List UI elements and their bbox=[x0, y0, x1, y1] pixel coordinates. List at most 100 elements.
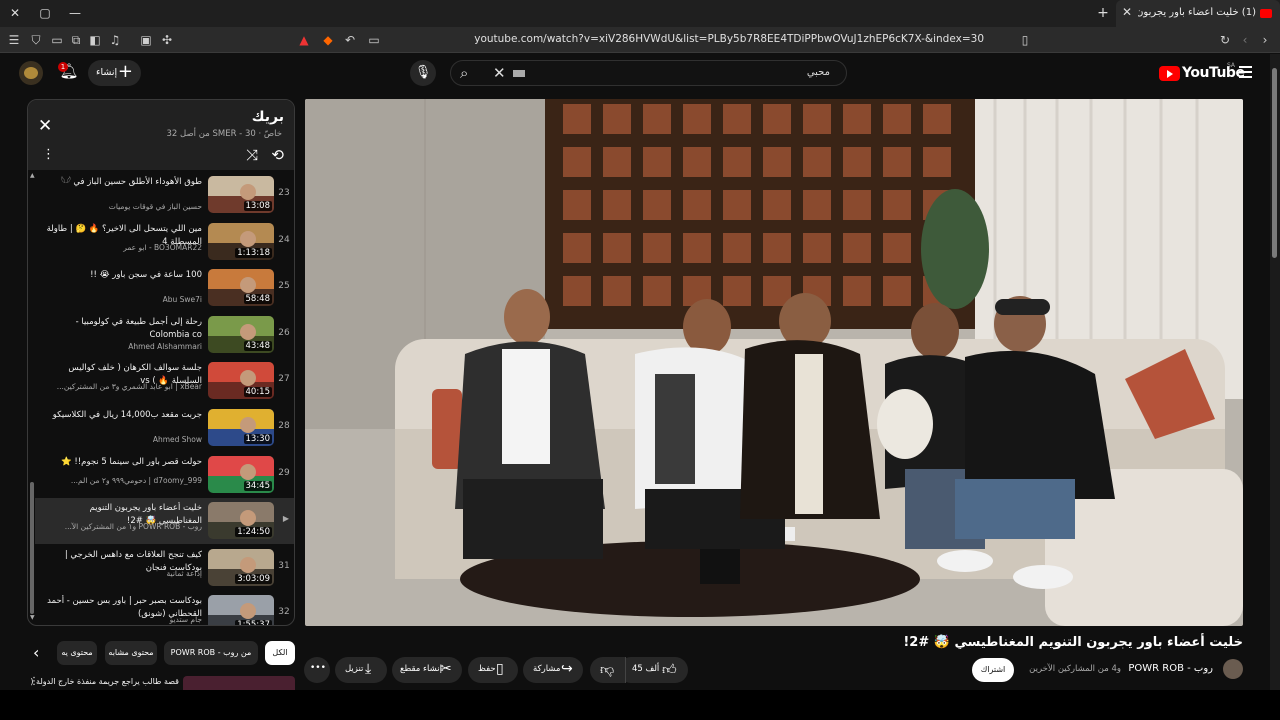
keyboard-icon[interactable] bbox=[513, 70, 525, 77]
playlist-item-channel[interactable]: d7oomy_999 | دحومي٩٩٩ و٢ من الم... bbox=[46, 476, 202, 485]
playlist-item[interactable]: 26 43:48 رحلة إلى أجمل طبيعة في كولومبيا -… bbox=[36, 312, 294, 358]
tabs-icon[interactable]: ⧉ bbox=[68, 32, 84, 48]
search-icon[interactable]: ⌕ bbox=[460, 64, 468, 82]
playlist-item[interactable]: 32 1:55:37 بودكاست بصبر حبر | باور بس حسين… bbox=[36, 591, 294, 625]
playlist-item-title[interactable]: رحلة إلى أجمل طبيعة في كولومبيا - Colomb… bbox=[46, 316, 202, 342]
playlist-item-channel[interactable]: Ahmed Show bbox=[46, 435, 202, 444]
chip-from-channel[interactable]: من روب - POWR ROB bbox=[164, 641, 258, 665]
dislike-button[interactable]: 👎︎ bbox=[590, 657, 626, 683]
subscribe-button[interactable]: اشتراك bbox=[972, 658, 1014, 682]
window-close-icon[interactable]: ✕ bbox=[6, 5, 24, 21]
clip-button[interactable]: ✂ إنشاء مقطع bbox=[392, 657, 462, 683]
video-player[interactable] bbox=[305, 99, 1243, 626]
video-thumbnail[interactable]: 13:08 bbox=[208, 176, 274, 213]
guide-menu-icon[interactable] bbox=[1239, 66, 1252, 78]
brave-shields-icon[interactable]: ◆ bbox=[320, 32, 336, 48]
wallet-icon[interactable]: ▭ bbox=[49, 32, 65, 48]
scrollbar-thumb[interactable] bbox=[30, 482, 34, 614]
screenshot-icon[interactable]: ▣ bbox=[138, 32, 154, 48]
like-button[interactable]: 👍︎ 45 ألف bbox=[618, 657, 688, 683]
collaborators-text[interactable]: و4 من المشاركين الآخرين bbox=[1029, 664, 1121, 674]
back-icon[interactable]: ‹ bbox=[1237, 32, 1253, 48]
chevron-left-icon[interactable]: ‹ bbox=[33, 643, 39, 662]
related-video-thumbnail[interactable] bbox=[183, 676, 295, 690]
clear-search-icon[interactable]: ✕ bbox=[493, 64, 506, 82]
window-maximize-icon[interactable]: ▢ bbox=[36, 5, 54, 21]
search-input[interactable]: محبي bbox=[807, 67, 830, 78]
video-duration: 34:45 bbox=[243, 480, 272, 491]
playlist-item-channel[interactable]: Ahmed Alshammari bbox=[46, 342, 202, 351]
undo-icon[interactable]: ↶ bbox=[342, 32, 358, 48]
playlist-item-title[interactable]: جربت مقعد ب14,000 ريال في الكلاسيكو bbox=[46, 409, 202, 422]
sidebar-menu-icon[interactable]: ☰ bbox=[6, 32, 22, 48]
video-thumbnail[interactable]: 40:15 bbox=[208, 362, 274, 400]
video-thumbnail[interactable]: 43:48 bbox=[208, 315, 274, 353]
create-button[interactable]: إنشاء + bbox=[88, 60, 141, 86]
playlist-item[interactable]: 31 3:03:09 كيف تنجح العلاقات مع داهس الخرج… bbox=[36, 545, 294, 591]
playlist-item-channel[interactable]: روب - POWR ROB و١ من المشتركين الآ... bbox=[46, 522, 202, 531]
window-minimize-icon[interactable]: — bbox=[66, 5, 84, 21]
scroll-up-icon[interactable]: ▲ bbox=[30, 172, 35, 179]
share-button[interactable]: ↪ مشاركة bbox=[523, 657, 583, 683]
bookmark-icon[interactable]: ▯ bbox=[1017, 32, 1033, 48]
playlist-item-current[interactable]: ▶ 1:24:50 خليت أعضاء باور يجربون التنويم ا… bbox=[35, 498, 294, 545]
search-box[interactable]: ⌕ ✕ محبي bbox=[450, 60, 847, 86]
page-scrollbar[interactable] bbox=[1270, 54, 1280, 690]
more-vert-icon[interactable]: ⋮ bbox=[42, 147, 55, 162]
video-thumbnail[interactable]: 13:30 bbox=[208, 409, 274, 446]
playlist-title[interactable]: بريك bbox=[252, 109, 284, 125]
page-scrollbar-thumb[interactable] bbox=[1272, 68, 1277, 258]
loop-icon[interactable]: ⟲ bbox=[271, 146, 284, 164]
playlist-index: 31 bbox=[278, 560, 290, 571]
extensions-icon[interactable]: ✣ bbox=[159, 32, 175, 48]
video-thumbnail[interactable]: 1:24:50 bbox=[208, 502, 274, 540]
related-video-row[interactable]: ⋮ قصة طالب يراجع جريمة منفذة خارج الدولة… bbox=[27, 676, 295, 690]
chip-all[interactable]: الكل bbox=[265, 641, 295, 665]
playlist-item[interactable]: 23 13:08 طوق الأهوداء الأطلق حسين الباز في… bbox=[36, 172, 294, 218]
playlist-item[interactable]: 28 13:30 جربت مقعد ب14,000 ريال في الكلاسي… bbox=[36, 405, 294, 451]
channel-avatar[interactable] bbox=[1223, 659, 1243, 679]
close-icon[interactable]: ✕ bbox=[38, 116, 52, 136]
save-button[interactable]: ▯ حفظ bbox=[468, 657, 518, 683]
playlist-item-channel[interactable]: حسين الباز في قوقات يوميات bbox=[46, 202, 202, 211]
playlist-item-title[interactable]: حولت قصر باور الى سينما 5 نجوم!! ⭐ bbox=[46, 456, 202, 469]
playlist-item-channel[interactable]: جام ستديو bbox=[46, 615, 202, 624]
scroll-down-icon[interactable]: ▼ bbox=[30, 614, 35, 621]
chip-more-content[interactable]: محتوى يه bbox=[57, 641, 97, 665]
playlist-item-channel[interactable]: xBear | ابو عابد الشمري و٣ من المشتركين.… bbox=[46, 382, 202, 391]
chip-similar[interactable]: محتوى مشابه bbox=[105, 641, 157, 665]
video-thumbnail[interactable]: 1:13:18 bbox=[208, 222, 274, 260]
url-field[interactable]: youtube.com/watch?v=xiV286HVWdU&list=PLB… bbox=[380, 33, 984, 45]
shield-icon[interactable]: ⛉ bbox=[28, 32, 44, 48]
video-thumbnail[interactable]: 34:45 bbox=[208, 455, 274, 493]
sidebar-icon[interactable]: ◧ bbox=[87, 32, 103, 48]
new-tab-button[interactable]: + bbox=[1094, 5, 1112, 21]
channel-name[interactable]: روب - POWR ROB bbox=[1128, 663, 1213, 674]
playlist-item[interactable]: 29 34:45 حولت قصر باور الى سينما 5 نجوم!! … bbox=[36, 452, 294, 498]
more-actions-button[interactable]: ••• bbox=[304, 657, 330, 683]
video-thumbnail[interactable]: 1:55:37 bbox=[208, 595, 274, 625]
playlist-item[interactable]: 25 58:48 100 ساعة في سجن باور 😭 !! Abu Swe7… bbox=[36, 265, 294, 311]
playlist-item-channel[interactable]: Abu Swe7i bbox=[46, 295, 202, 304]
playlist-item-channel[interactable]: إذاعة ثمانية bbox=[46, 569, 202, 578]
related-video-title[interactable]: قصة طالب يراجع جريمة منفذة خارج الدولة ( bbox=[30, 677, 179, 686]
playlist-item-title[interactable]: 100 ساعة في سجن باور 😭 !! bbox=[46, 269, 202, 282]
playlist-item[interactable]: 27 40:15 جلسة سوالف الكرهان ( خلف كواليس ا… bbox=[36, 358, 294, 404]
video-thumbnail[interactable]: 58:48 bbox=[208, 269, 274, 307]
playlist-item[interactable]: 24 1:13:18 مين اللي يتسحل الى الاخير؟ 🔥 🤔 … bbox=[36, 219, 294, 265]
brave-rewards-icon[interactable]: ▲ bbox=[296, 32, 312, 48]
tab-close-icon[interactable]: ✕ bbox=[1122, 5, 1132, 19]
youtube-logo[interactable]: YouTube SA bbox=[1159, 62, 1245, 82]
forward-icon[interactable]: › bbox=[1257, 32, 1273, 48]
account-avatar[interactable] bbox=[19, 61, 43, 85]
playlist-item-channel[interactable]: BO3OMAR22 - ابو عمر bbox=[46, 243, 202, 252]
playlist-scrollbar[interactable]: ▲ ▼ bbox=[30, 172, 35, 621]
download-button[interactable]: ⤓ تنزيل bbox=[335, 657, 387, 683]
playlist-item-title[interactable]: طوق الأهوداء الأطلق حسين الباز في 𓆩𓆪 bbox=[46, 176, 202, 189]
browser-tab-active[interactable]: ✕ (1) خليت أعضاء باور يجربون الت... bbox=[1116, 0, 1280, 27]
music-icon[interactable]: ♫ bbox=[107, 32, 123, 48]
reload-icon[interactable]: ↻ bbox=[1217, 32, 1233, 48]
video-thumbnail[interactable]: 3:03:09 bbox=[208, 548, 274, 586]
shuffle-icon[interactable]: ⤨ bbox=[246, 146, 258, 164]
voice-search-button[interactable]: 🎙︎ bbox=[410, 60, 436, 86]
